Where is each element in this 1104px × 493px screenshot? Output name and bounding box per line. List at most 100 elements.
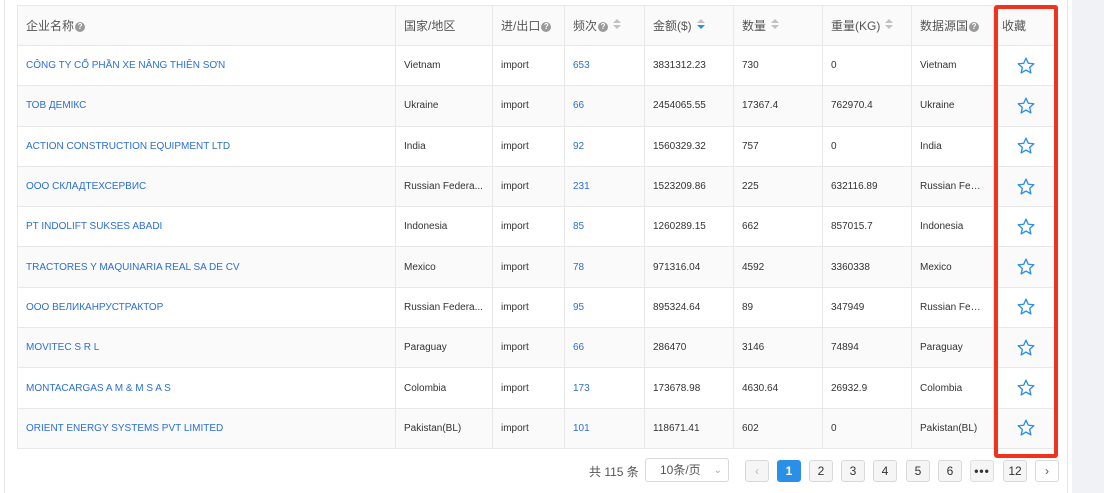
star-outline-icon[interactable] xyxy=(1016,177,1036,197)
table-row: ACTION CONSTRUCTION EQUIPMENT LTD India im… xyxy=(17,126,1058,167)
frequency-link[interactable]: 85 xyxy=(573,221,584,232)
table-row: MONTACARGAS A M & M S A S Colombia import 1… xyxy=(17,367,1058,409)
cell-source-country: Paraguay xyxy=(911,327,994,369)
cell-amount-value: 895324.64 xyxy=(653,301,701,313)
cell-country: Vietnam xyxy=(395,45,493,87)
cell-country: Ukraine xyxy=(395,85,493,127)
cell-source-country-value: India xyxy=(920,140,942,152)
star-outline-icon[interactable] xyxy=(1016,297,1036,317)
cell-company: ООО СКЛАДТЕХСЕРВИС xyxy=(17,166,396,208)
company-link[interactable]: TRACTORES Y MAQUINARIA REAL SA DE CV xyxy=(26,262,240,273)
cell-quantity-value: 4592 xyxy=(742,261,765,273)
header-source-country: 数据源国? xyxy=(911,5,994,46)
cell-company: CÔNG TY CỔ PHẦN XE NÂNG THIÊN SƠN xyxy=(17,45,396,87)
sort-icon[interactable] xyxy=(613,19,622,31)
cell-weight-value: 0 xyxy=(831,422,837,434)
frequency-link[interactable]: 173 xyxy=(573,383,590,394)
page-button[interactable]: 2 xyxy=(809,460,833,482)
cell-quantity: 662 xyxy=(733,206,823,248)
chevron-left-icon: ‹ xyxy=(755,464,759,478)
company-link[interactable]: ACTION CONSTRUCTION EQUIPMENT LTD xyxy=(26,141,230,152)
cell-weight: 762970.4 xyxy=(822,85,912,127)
table-row: TRACTORES Y MAQUINARIA REAL SA DE CV Mexi… xyxy=(17,246,1058,288)
cell-country-value: Pakistan(BL) xyxy=(404,422,462,434)
page-button[interactable]: 1 xyxy=(777,460,801,482)
page-button[interactable]: 4 xyxy=(873,460,897,482)
frequency-link[interactable]: 66 xyxy=(573,100,584,111)
cell-direction-value: import xyxy=(501,140,529,152)
star-outline-icon[interactable] xyxy=(1016,217,1036,237)
sort-icon[interactable] xyxy=(771,19,780,31)
star-outline-icon[interactable] xyxy=(1016,378,1036,398)
company-link[interactable]: ORIENT ENERGY SYSTEMS PVT LIMITED xyxy=(26,423,223,434)
cell-weight: 857015.7 xyxy=(822,206,912,248)
star-outline-icon[interactable] xyxy=(1016,96,1036,116)
chevron-right-icon: › xyxy=(1045,464,1049,478)
cell-frequency: 95 xyxy=(564,287,645,329)
page-button[interactable]: 5 xyxy=(906,460,930,482)
star-outline-icon[interactable] xyxy=(1016,56,1036,76)
cell-quantity-value: 17367.4 xyxy=(742,100,779,112)
cell-favorite xyxy=(993,327,1058,369)
cell-frequency: 92 xyxy=(564,126,645,167)
star-outline-icon[interactable] xyxy=(1016,257,1036,277)
prev-page-button[interactable]: ‹ xyxy=(745,460,769,482)
cell-favorite xyxy=(993,287,1058,329)
frequency-link[interactable]: 231 xyxy=(573,181,590,192)
frequency-link[interactable]: 101 xyxy=(573,423,590,434)
cell-amount-value: 173678.98 xyxy=(653,382,701,394)
frequency-link[interactable]: 78 xyxy=(573,262,584,273)
page-size-select[interactable]: 10条/页 ⌄ xyxy=(645,458,729,482)
company-link[interactable]: ТОВ ДЕМІКС xyxy=(26,100,86,111)
frequency-link[interactable]: 66 xyxy=(573,342,584,353)
cell-frequency: 85 xyxy=(564,206,645,248)
cell-favorite xyxy=(993,206,1058,248)
help-icon[interactable]: ? xyxy=(969,22,980,32)
cell-weight: 3360338 xyxy=(822,246,912,288)
header-quantity[interactable]: 数量 xyxy=(733,5,823,46)
cell-weight: 632116.89 xyxy=(822,166,912,208)
cell-weight: 347949 xyxy=(822,287,912,329)
sort-icon[interactable] xyxy=(885,19,894,31)
page-button[interactable]: 12 xyxy=(1003,460,1027,482)
page-button[interactable]: 6 xyxy=(938,460,962,482)
star-outline-icon[interactable] xyxy=(1016,418,1036,438)
cell-amount-value: 1523209.86 xyxy=(653,181,706,193)
cell-source-country-value: Russian Fede... xyxy=(920,181,991,193)
help-icon[interactable]: ? xyxy=(598,22,609,32)
company-link[interactable]: CÔNG TY CỔ PHẦN XE NÂNG THIÊN SƠN xyxy=(26,60,225,71)
star-outline-icon[interactable] xyxy=(1016,136,1036,156)
cell-quantity: 602 xyxy=(733,408,823,449)
cell-direction: import xyxy=(492,206,565,248)
cell-country-value: Russian Federa... xyxy=(404,301,483,313)
company-link[interactable]: PT INDOLIFT SUKSES ABADI xyxy=(26,221,162,232)
frequency-link[interactable]: 653 xyxy=(573,60,590,71)
cell-direction: import xyxy=(492,287,565,329)
cell-amount-value: 118671.41 xyxy=(653,422,700,434)
cell-frequency: 66 xyxy=(564,85,645,127)
frequency-link[interactable]: 95 xyxy=(573,302,584,313)
cell-company: ТОВ ДЕМІКС xyxy=(17,85,396,127)
cell-source-country: Colombia xyxy=(911,367,994,409)
header-amount[interactable]: 金额($) xyxy=(644,5,734,46)
help-icon[interactable]: ? xyxy=(541,22,552,32)
cell-amount: 1260289.15 xyxy=(644,206,734,248)
cell-company: ORIENT ENERGY SYSTEMS PVT LIMITED xyxy=(17,408,396,449)
company-link[interactable]: ООО СКЛАДТЕХСЕРВИС xyxy=(26,181,146,192)
company-link[interactable]: MONTACARGAS A M & M S A S xyxy=(26,383,171,394)
cell-amount: 971316.04 xyxy=(644,246,734,288)
frequency-link[interactable]: 92 xyxy=(573,141,584,152)
star-outline-icon[interactable] xyxy=(1016,338,1036,358)
company-link[interactable]: ООО ВЕЛИКАНРУСТРАКТОР xyxy=(26,302,163,313)
page-ellipsis-button[interactable]: ••• xyxy=(970,460,994,482)
header-frequency[interactable]: 频次? xyxy=(564,5,645,46)
cell-frequency: 231 xyxy=(564,166,645,208)
header-weight[interactable]: 重量(KG) xyxy=(822,5,912,46)
company-link[interactable]: MOVITEC S R L xyxy=(26,342,99,353)
cell-source-country-value: Paraguay xyxy=(920,342,963,354)
table-row: PT INDOLIFT SUKSES ABADI Indonesia import 8… xyxy=(17,206,1058,248)
help-icon[interactable]: ? xyxy=(75,22,86,32)
sort-desc-icon[interactable] xyxy=(696,19,705,31)
page-button[interactable]: 3 xyxy=(841,460,865,482)
next-page-button[interactable]: › xyxy=(1035,460,1059,482)
